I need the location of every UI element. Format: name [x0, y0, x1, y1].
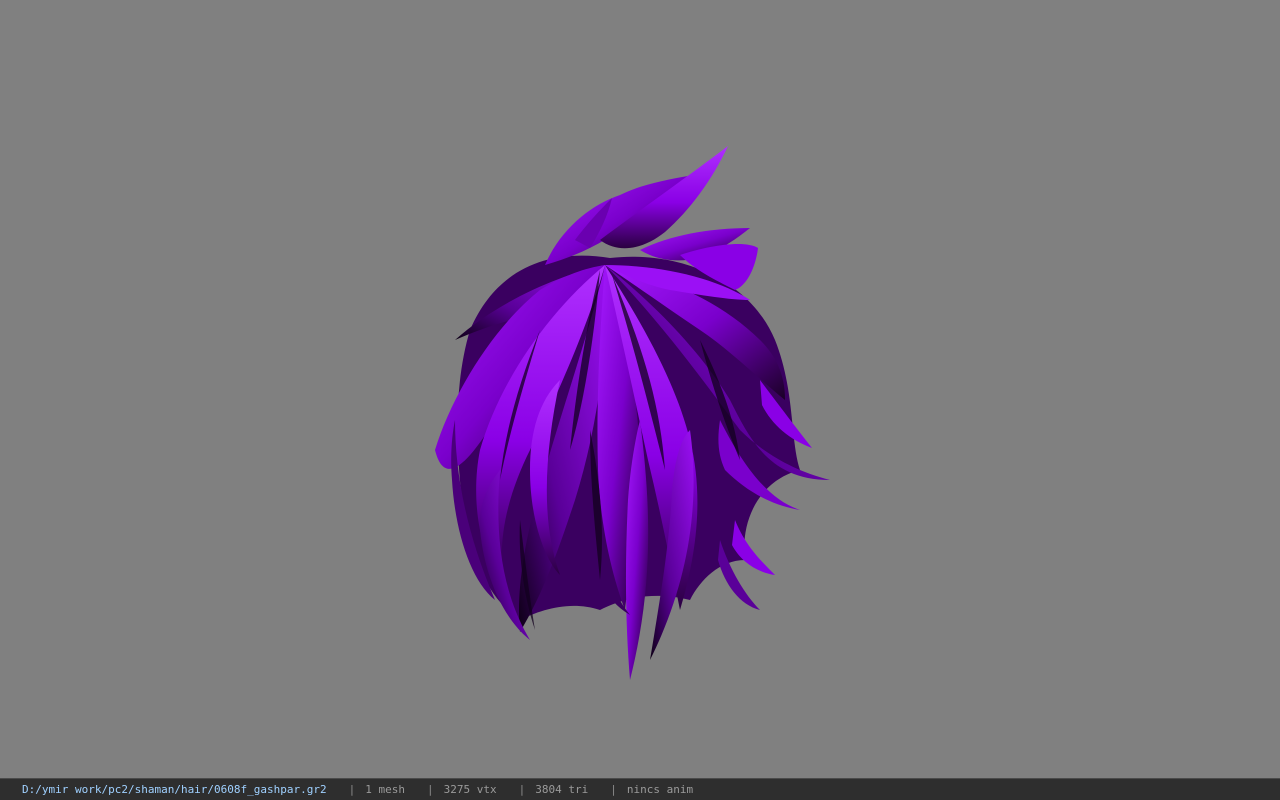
separator: | — [427, 783, 434, 796]
vertex-count: 3275 vtx — [443, 783, 497, 796]
separator: | — [610, 783, 617, 796]
triangle-count: 3804 tri — [535, 783, 589, 796]
file-path: D:/ymir work/pc2/shaman/hair/0608f_gashp… — [22, 783, 327, 796]
3d-viewport[interactable] — [0, 0, 1280, 778]
anim-status: nincs anim — [626, 783, 694, 796]
separator: | — [348, 783, 356, 796]
hair-model-render — [435, 146, 830, 680]
mesh-count: 1 mesh — [365, 783, 406, 796]
status-bar: D:/ymir work/pc2/shaman/hair/0608f_gashp… — [0, 778, 1280, 800]
separator: | — [518, 783, 526, 796]
